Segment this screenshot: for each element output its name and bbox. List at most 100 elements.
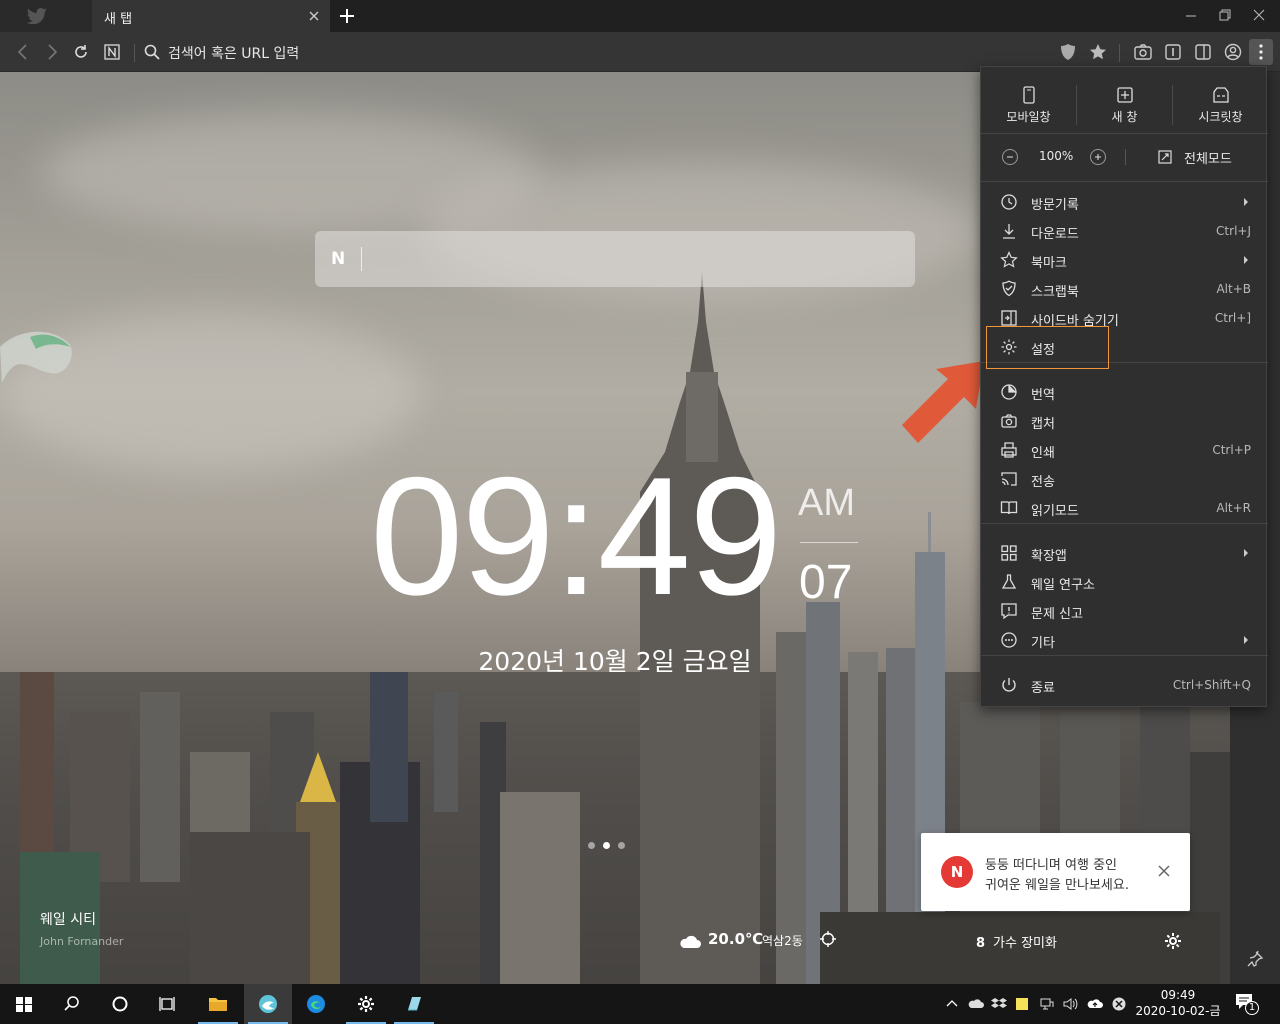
- file-explorer-button[interactable]: [194, 984, 242, 1024]
- menu-item-reader[interactable]: 읽기모드 Alt+R: [981, 494, 1268, 522]
- onedrive-cloud-icon[interactable]: [968, 996, 984, 1012]
- menu-item-scrapbook[interactable]: 스크랩북 Alt+B: [981, 275, 1268, 303]
- menu-item-download[interactable]: 다운로드 Ctrl+J: [981, 217, 1268, 245]
- page-indicator[interactable]: [588, 834, 633, 853]
- sidebar-toggle-icon[interactable]: [1193, 42, 1213, 62]
- menu-item-power[interactable]: 종료 Ctrl+Shift+Q: [981, 671, 1268, 699]
- action-center-button[interactable]: 1: [1234, 992, 1260, 1016]
- restore-icon[interactable]: [1215, 6, 1235, 24]
- capture-camera-icon[interactable]: [1133, 42, 1153, 62]
- location-target-icon[interactable]: [820, 931, 836, 947]
- menu-item-print[interactable]: 인쇄 Ctrl+P: [981, 436, 1268, 464]
- menu-item-shortcut: Ctrl+Shift+Q: [1172, 678, 1251, 692]
- menu-item-lab-flask[interactable]: 웨일 연구소: [981, 568, 1268, 596]
- menu-item-cast[interactable]: 전송: [981, 465, 1268, 493]
- title-bar: 새 탭: [0, 0, 1280, 32]
- naver-home-icon[interactable]: [102, 42, 122, 62]
- notification-count: 1: [1245, 1001, 1259, 1015]
- close-window-icon[interactable]: [1249, 6, 1269, 24]
- whale-mascot-icon[interactable]: [0, 327, 76, 385]
- menu-button[interactable]: [1249, 39, 1273, 65]
- background-title[interactable]: 웨일 시티: [40, 909, 96, 929]
- profile-icon[interactable]: [1223, 42, 1243, 62]
- browser-menu: 모바일창 새 창 시크릿창 100% 전체모드 방문기록 다운로드 Ctrl+J 북마…: [980, 66, 1268, 707]
- report-icon: [1001, 603, 1017, 620]
- menu-item-bookmark[interactable]: 북마크: [981, 246, 1268, 274]
- fullscreen-icon[interactable]: [1157, 149, 1173, 165]
- menu-item-history[interactable]: 방문기록: [981, 188, 1268, 216]
- cloud-upload-icon[interactable]: [1087, 996, 1103, 1012]
- back-icon[interactable]: [13, 42, 33, 62]
- whale-toast[interactable]: N 둥둥 떠다니며 여행 중인 귀여운 웨일을 만나보세요.: [921, 833, 1190, 911]
- forward-icon[interactable]: [42, 42, 62, 62]
- menu-item-report[interactable]: 문제 신고: [981, 597, 1268, 625]
- volume-icon[interactable]: [1062, 996, 1078, 1012]
- whale-browser-button[interactable]: [244, 984, 292, 1024]
- search-icon: [64, 996, 79, 1011]
- notepad-app-button[interactable]: [390, 984, 438, 1024]
- sticky-note-icon[interactable]: [1014, 996, 1030, 1012]
- edge-button[interactable]: [292, 984, 340, 1024]
- menu-separator: [981, 133, 1268, 134]
- address-input[interactable]: 검색어 혹은 URL 입력: [168, 43, 299, 63]
- menu-divider: [1125, 149, 1126, 165]
- menu-item-extensions[interactable]: 확장앱: [981, 539, 1268, 567]
- tab-close-icon[interactable]: [306, 8, 322, 24]
- menu-item-more[interactable]: 기타: [981, 626, 1268, 654]
- background-author[interactable]: John Fornander: [40, 935, 123, 948]
- new-tab-plus-icon[interactable]: [337, 6, 357, 26]
- settings-highlight-annotation: [986, 326, 1109, 369]
- submenu-arrow-icon: [1244, 549, 1248, 557]
- menu-item-label: 읽기모드: [1031, 504, 1079, 519]
- menu-item-camera[interactable]: 캡처: [981, 407, 1268, 435]
- taskbar-clock[interactable]: 09:49 2020-10-02-금: [1130, 987, 1226, 1019]
- power-icon: [1002, 678, 1016, 692]
- pin-icon[interactable]: [1246, 950, 1264, 968]
- tray-chevron-up-icon[interactable]: [944, 996, 960, 1012]
- clock-time: 09:49: [370, 442, 782, 630]
- star-bookmark-icon[interactable]: [1088, 42, 1108, 62]
- toast-close-icon[interactable]: [1157, 864, 1171, 878]
- page-dot-active[interactable]: [603, 842, 610, 849]
- search-box[interactable]: N: [315, 231, 915, 287]
- menu-item-label: 스크랩북: [1031, 285, 1079, 300]
- zoom-row: 100% 전체모드: [981, 145, 1268, 169]
- download-icon: [1003, 224, 1015, 239]
- minimize-icon[interactable]: [1181, 6, 1201, 24]
- menu-item-label: 웨일 연구소: [1031, 578, 1095, 593]
- naver-logo-icon: N: [331, 249, 346, 269]
- trending-keyword[interactable]: 8 가수 장미화: [976, 932, 1057, 951]
- menu-item-label: 종료: [1031, 681, 1055, 696]
- cortana-button[interactable]: [96, 984, 144, 1024]
- tab-twitter[interactable]: [0, 0, 92, 32]
- tab-new-tab[interactable]: 새 탭: [92, 0, 330, 32]
- zoom-out-button[interactable]: [1002, 149, 1018, 165]
- network-icon[interactable]: [1039, 996, 1055, 1012]
- menu-item-label: 인쇄: [1031, 446, 1055, 461]
- menu-item-shortcut: Alt+R: [1216, 501, 1251, 515]
- reader-panel-icon[interactable]: [1163, 42, 1183, 62]
- dropbox-icon[interactable]: [991, 996, 1007, 1012]
- start-button[interactable]: [0, 984, 48, 1024]
- zoom-in-button[interactable]: [1090, 149, 1106, 165]
- settings-app-button[interactable]: [342, 984, 390, 1024]
- shield-icon[interactable]: [1058, 42, 1078, 62]
- block-icon[interactable]: [1111, 996, 1127, 1012]
- page-dot[interactable]: [618, 842, 625, 849]
- page-dot[interactable]: [588, 842, 595, 849]
- submenu-arrow-icon: [1244, 198, 1248, 206]
- new-window-icon: [1117, 87, 1133, 103]
- toolbar-divider: [1119, 44, 1120, 62]
- extensions-icon: [1001, 545, 1017, 561]
- clock-ampm: AM: [798, 482, 855, 524]
- task-view-button[interactable]: [144, 984, 192, 1024]
- menu-item-label: 캡처: [1031, 417, 1055, 432]
- fullscreen-label[interactable]: 전체모드: [1184, 148, 1232, 167]
- reload-icon[interactable]: [71, 42, 91, 62]
- menu-item-shortcut: Ctrl+P: [1212, 443, 1251, 457]
- menu-item-translate[interactable]: 번역: [981, 378, 1268, 406]
- edge-icon: [307, 995, 325, 1013]
- menu-separator: [981, 181, 1268, 182]
- taskbar-search[interactable]: [48, 984, 96, 1024]
- newtab-settings-gear-icon[interactable]: [1163, 931, 1183, 951]
